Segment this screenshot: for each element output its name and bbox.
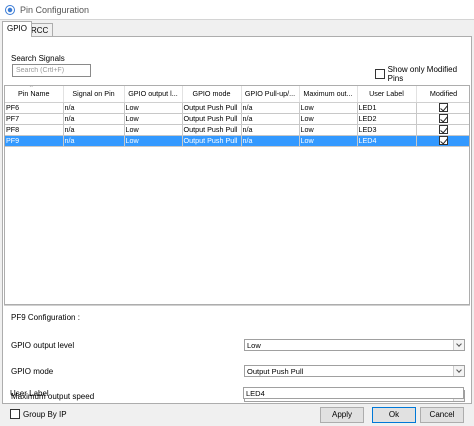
- cell-pull: n/a: [241, 102, 300, 114]
- cell-signal: n/a: [63, 135, 125, 147]
- cell-label: LED3: [357, 124, 417, 136]
- cell-pin: PF8: [5, 124, 64, 136]
- cell-output: Low: [124, 135, 183, 147]
- column-header-modified[interactable]: Modified: [416, 86, 469, 103]
- cell-mode: Output Push Pull: [182, 113, 242, 125]
- modified-checkbox[interactable]: [439, 114, 448, 123]
- table-row[interactable]: PF6 n/a Low Output Push Pull n/a Low LED…: [5, 102, 469, 114]
- column-header-output-level[interactable]: GPIO output l...: [124, 86, 183, 103]
- cell-speed: Low: [299, 124, 358, 136]
- table-row[interactable]: PF8 n/a Low Output Push Pull n/a Low LED…: [5, 124, 469, 136]
- cell-modified: [416, 113, 469, 125]
- chevron-down-icon[interactable]: [453, 366, 464, 376]
- cancel-button[interactable]: Cancel: [420, 407, 464, 423]
- search-input[interactable]: [12, 64, 91, 77]
- group-by-ip-label: Group By IP: [23, 409, 67, 419]
- app-icon: [5, 5, 15, 15]
- cell-pull: n/a: [241, 113, 300, 125]
- table-row-selected[interactable]: PF9 n/a Low Output Push Pull n/a Low LED…: [5, 135, 469, 147]
- user-label-input[interactable]: [243, 387, 464, 399]
- sort-up-icon: ^: [29, 86, 33, 91]
- gpio-mode-select[interactable]: Output Push Pull: [244, 365, 465, 377]
- title-bar: Pin Configuration: [0, 0, 474, 20]
- section-divider: [4, 305, 470, 306]
- output-level-select[interactable]: Low: [244, 339, 465, 351]
- column-header-pull[interactable]: GPIO Pull-up/...: [241, 86, 300, 103]
- cell-signal: n/a: [63, 124, 125, 136]
- cell-signal: n/a: [63, 102, 125, 114]
- cell-modified: [416, 102, 469, 114]
- gpio-mode-value: Output Push Pull: [247, 367, 304, 376]
- output-level-value: Low: [247, 341, 261, 350]
- column-header-user-label[interactable]: User Label: [357, 86, 417, 103]
- group-by-ip-toggle[interactable]: Group By IP: [10, 409, 67, 419]
- column-header-signal[interactable]: Signal on Pin: [63, 86, 125, 103]
- user-label-label: User Label: [10, 389, 49, 398]
- modified-checkbox[interactable]: [439, 125, 448, 134]
- cell-modified: [416, 135, 469, 147]
- cell-pull: n/a: [241, 135, 300, 147]
- tab-gpio[interactable]: GPIO: [2, 21, 33, 37]
- window-title: Pin Configuration: [20, 5, 90, 15]
- table-header: ^ Pin Name Signal on Pin GPIO output l...…: [5, 86, 469, 103]
- cell-mode: Output Push Pull: [182, 135, 242, 147]
- pin-table: ^ Pin Name Signal on Pin GPIO output l...…: [4, 85, 470, 305]
- apply-button[interactable]: Apply: [320, 407, 364, 423]
- show-modified-label: Show only Modified Pins: [387, 65, 458, 83]
- cell-pin: PF6: [5, 102, 64, 114]
- cell-signal: n/a: [63, 113, 125, 125]
- output-level-label: GPIO output level: [11, 341, 75, 350]
- cell-pin: PF9: [5, 135, 64, 147]
- cell-output: Low: [124, 102, 183, 114]
- cell-pull: n/a: [241, 124, 300, 136]
- cell-output: Low: [124, 124, 183, 136]
- cell-mode: Output Push Pull: [182, 102, 242, 114]
- column-header-pin-name[interactable]: ^ Pin Name: [5, 86, 64, 103]
- column-header-mode[interactable]: GPIO mode: [182, 86, 242, 103]
- chevron-down-icon[interactable]: [453, 340, 464, 350]
- cell-pin: PF7: [5, 113, 64, 125]
- column-header-max-speed[interactable]: Maximum out...: [299, 86, 358, 103]
- modified-checkbox[interactable]: [439, 136, 448, 145]
- show-modified-toggle[interactable]: Show only Modified Pins: [375, 65, 471, 83]
- cell-label: LED2: [357, 113, 417, 125]
- cell-speed: Low: [299, 135, 358, 147]
- cell-mode: Output Push Pull: [182, 124, 242, 136]
- cell-modified: [416, 124, 469, 136]
- cell-label: LED4: [357, 135, 417, 147]
- search-label: Search Signals: [11, 54, 65, 63]
- modified-checkbox[interactable]: [439, 103, 448, 112]
- group-by-ip-checkbox[interactable]: [10, 409, 20, 419]
- cell-label: LED1: [357, 102, 417, 114]
- config-title: PF9 Configuration :: [11, 313, 80, 322]
- cell-speed: Low: [299, 113, 358, 125]
- cell-output: Low: [124, 113, 183, 125]
- gpio-mode-label: GPIO mode: [11, 367, 54, 376]
- ok-button[interactable]: Ok: [372, 407, 416, 423]
- gpio-panel: Search Signals Show only Modified Pins ^…: [2, 36, 472, 404]
- show-modified-checkbox[interactable]: [375, 69, 385, 79]
- footer-bar: Group By IP Apply Ok Cancel: [0, 404, 474, 426]
- cell-speed: Low: [299, 102, 358, 114]
- table-row[interactable]: PF7 n/a Low Output Push Pull n/a Low LED…: [5, 113, 469, 125]
